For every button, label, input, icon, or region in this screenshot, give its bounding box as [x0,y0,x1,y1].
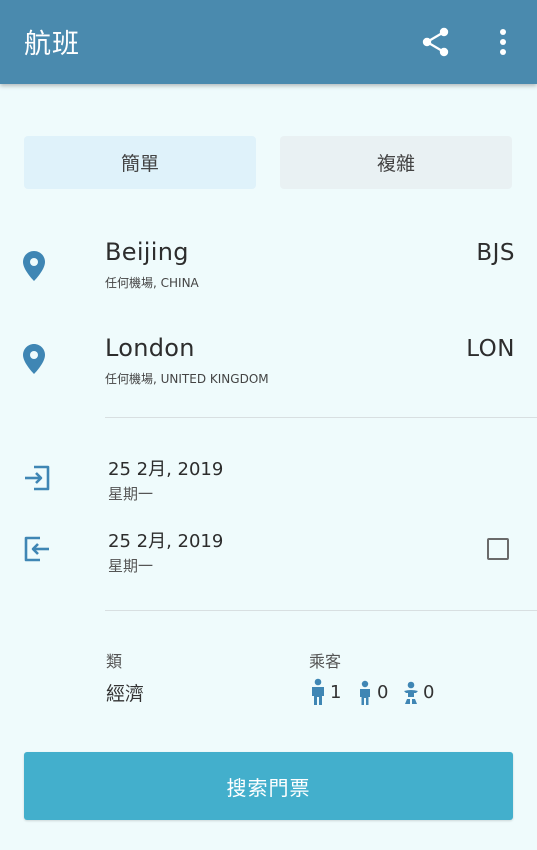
more-options-button[interactable] [490,24,516,60]
page-title: 航班 [24,29,80,60]
infant-count: 0 [401,678,434,706]
tab-simple-label: 簡單 [120,153,159,175]
origin-airport: 任何機場, CHINA [105,276,199,290]
return-weekday: 星期一 [108,557,154,575]
child-count: 0 [355,678,388,706]
passengers-label: 乘客 [309,652,342,671]
return-date: 25 2月, 2019 [108,531,224,552]
tab-simple[interactable]: 簡單 [24,136,256,189]
origin-city: Beijing [105,238,189,266]
child-count-value: 0 [377,681,389,703]
infant-icon [404,681,418,704]
divider [105,417,537,418]
tab-complex[interactable]: 複雜 [280,136,512,189]
location-pin-icon [23,344,45,374]
infant-count-value: 0 [423,681,435,703]
search-tickets-button[interactable]: 搜索門票 [24,752,513,820]
cabin-label: 類 [106,652,123,671]
child-icon [360,680,370,705]
tab-complex-label: 複雜 [376,153,415,175]
search-tickets-label: 搜索門票 [226,775,311,800]
origin-code: BJS [476,240,515,266]
destination-city: London [105,334,195,362]
destination-airport: 任何機場, UNITED KINGDOM [105,372,269,386]
share-button[interactable] [418,24,454,60]
cabin-value: 經濟 [106,683,145,705]
more-vert-icon [500,29,506,55]
location-pin-icon [23,251,45,281]
adult-icon [312,678,324,705]
departure-date: 25 2月, 2019 [108,459,224,480]
destination-code: LON [466,336,515,362]
departure-weekday: 星期一 [108,485,154,503]
return-exit-icon [24,536,49,562]
departure-enter-icon [25,465,50,491]
divider [105,610,537,611]
app-bar: 航班 [0,0,537,84]
share-icon [422,27,449,57]
adult-count-value: 1 [330,681,342,703]
return-trip-checkbox[interactable] [487,538,509,560]
adult-count: 1 [308,678,341,706]
